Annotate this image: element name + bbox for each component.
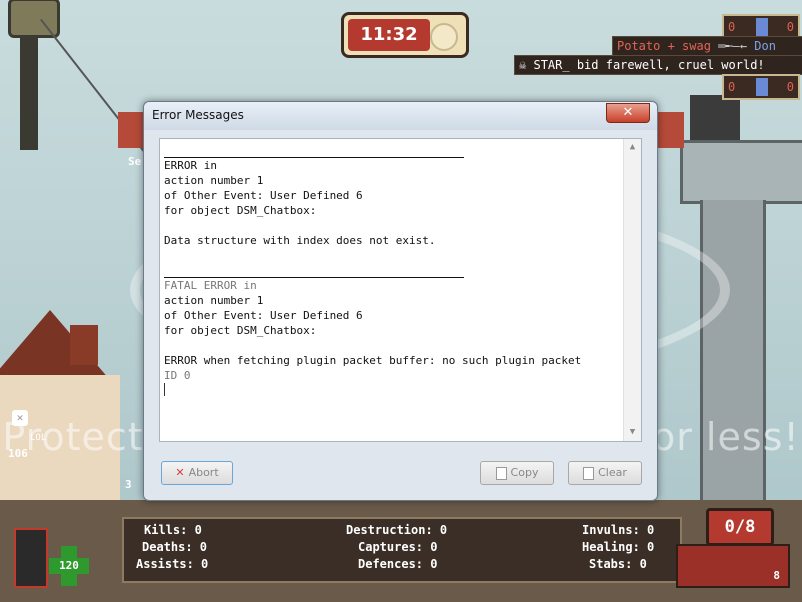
error-line: for object DSM_Chatbox: bbox=[164, 204, 317, 217]
stat-stabs: Stabs: 0 bbox=[589, 557, 647, 571]
error-line: action number 1 bbox=[164, 174, 264, 187]
abort-label: Abort bbox=[188, 466, 219, 479]
player-character bbox=[14, 528, 48, 588]
pipe bbox=[680, 140, 802, 204]
separator-line bbox=[164, 263, 464, 278]
text-cursor bbox=[164, 383, 165, 396]
clear-icon bbox=[583, 466, 595, 480]
stat-captures: Captures: 0 bbox=[358, 540, 438, 554]
error-line: Data structure with index does not exist… bbox=[164, 234, 436, 247]
error-line: for object DSM_Chatbox: bbox=[164, 324, 317, 337]
copy-icon bbox=[495, 466, 507, 480]
bottom-scoreboard: 0 0 bbox=[722, 74, 800, 100]
killfeed-entry-2: ☠ STAR_ bid farewell, cruel world! bbox=[514, 55, 802, 75]
close-button[interactable]: ✕ bbox=[606, 103, 650, 123]
error-text: ERROR in action number 1 of Other Event: U… bbox=[164, 143, 614, 396]
player-icon bbox=[756, 18, 768, 36]
stat-destruction: Destruction: 0 bbox=[346, 523, 448, 537]
side-three: 3 bbox=[125, 478, 132, 491]
killfeed-entry-1: Potato + swag ═╾—← Don bbox=[612, 36, 802, 56]
red-score-bottom: 0 bbox=[728, 80, 736, 94]
error-line: ERROR when fetching plugin packet buffer… bbox=[164, 354, 582, 367]
error-line: FATAL ERROR in bbox=[164, 279, 257, 292]
killfeed-message: STAR_ bid farewell, cruel world! bbox=[533, 58, 765, 72]
side-label-se: Se bbox=[128, 155, 142, 168]
skull-icon: ☠ bbox=[519, 58, 527, 72]
error-line: ID 0 bbox=[164, 369, 191, 382]
clear-button[interactable]: Clear bbox=[568, 461, 642, 485]
stat-deaths: Deaths: 0 bbox=[142, 540, 208, 554]
abort-button[interactable]: ✕ Abort bbox=[161, 461, 233, 485]
player-icon bbox=[756, 78, 768, 96]
copy-label: Copy bbox=[510, 466, 539, 479]
health-value: 120 bbox=[59, 559, 79, 572]
dialog-titlebar[interactable]: Error Messages ✕ bbox=[144, 102, 657, 130]
error-dialog: Error Messages ✕ ERROR in action number 1… bbox=[143, 101, 658, 501]
separator-line bbox=[164, 143, 464, 158]
scroll-down-icon[interactable]: ▼ bbox=[624, 424, 641, 441]
killfeed-victim: Don bbox=[754, 39, 776, 53]
error-line bbox=[164, 218, 614, 233]
clear-label: Clear bbox=[598, 466, 627, 479]
error-line: of Other Event: User Defined 6 bbox=[164, 189, 363, 202]
error-line bbox=[164, 248, 614, 263]
stats-panel: Kills: 0 Deaths: 0 Assists: 0 Destructio… bbox=[122, 517, 682, 583]
error-line bbox=[164, 338, 614, 353]
error-line: of Other Event: User Defined 6 bbox=[164, 309, 363, 322]
dialog-title: Error Messages bbox=[152, 108, 244, 122]
stat-defences: Defences: 0 bbox=[358, 557, 438, 571]
stat-assists: Assists: 0 bbox=[136, 557, 209, 571]
corner-number: 8 bbox=[773, 569, 780, 582]
weapon-icon: ═╾—← bbox=[718, 39, 748, 53]
killfeed-killer: Potato + swag bbox=[617, 39, 711, 53]
timer-text: 11:32 bbox=[348, 19, 430, 51]
round-timer: 11:32 bbox=[341, 12, 469, 58]
health-icon: 120 bbox=[49, 546, 89, 586]
error-line: ERROR in bbox=[164, 159, 217, 172]
stat-invulns: Invulns: 0 bbox=[582, 523, 655, 537]
timer-indicator bbox=[430, 23, 458, 51]
error-line: action number 1 bbox=[164, 294, 264, 307]
red-score-top: 0 bbox=[728, 20, 736, 34]
house-chimney bbox=[70, 325, 98, 365]
intel-panel: 8 bbox=[676, 544, 790, 588]
stat-kills: Kills: 0 bbox=[144, 523, 202, 537]
blue-score-top: 0 bbox=[786, 20, 794, 34]
copy-button[interactable]: Copy bbox=[480, 461, 554, 485]
intel-score: 0/8 bbox=[706, 508, 774, 546]
scrollbar[interactable]: ▲ ▼ bbox=[623, 139, 641, 441]
blue-score-bottom: 0 bbox=[786, 80, 794, 94]
abort-icon: ✕ bbox=[175, 466, 185, 479]
scroll-up-icon[interactable]: ▲ bbox=[624, 139, 641, 156]
error-textarea[interactable]: ERROR in action number 1 of Other Event: U… bbox=[159, 138, 642, 442]
stat-healing: Healing: 0 bbox=[582, 540, 655, 554]
